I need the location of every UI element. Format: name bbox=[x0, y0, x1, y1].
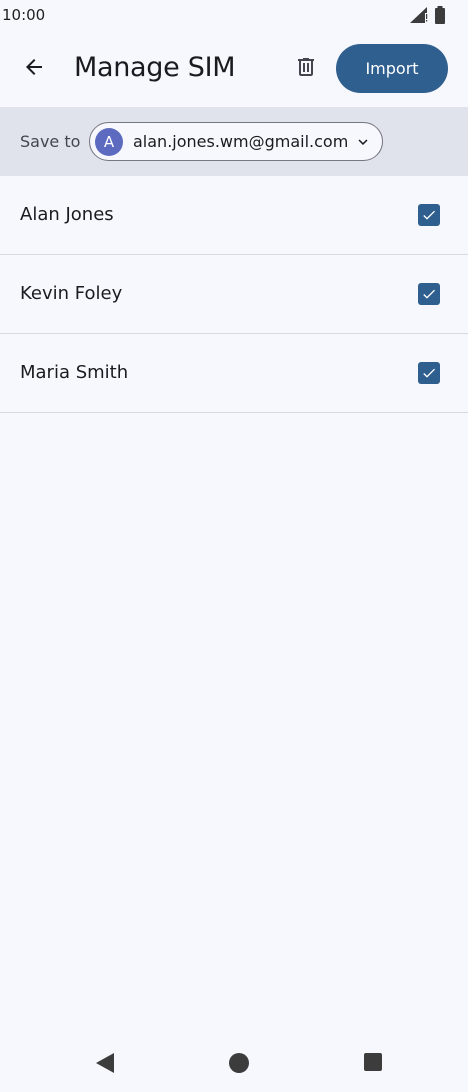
account-email: alan.jones.wm@gmail.com bbox=[133, 132, 349, 151]
checkbox[interactable] bbox=[418, 204, 440, 226]
home-circle-icon[interactable] bbox=[228, 1052, 250, 1079]
check-icon bbox=[423, 210, 435, 220]
contact-name: Alan Jones bbox=[20, 204, 114, 225]
contact-name: Maria Smith bbox=[20, 362, 129, 383]
import-button[interactable]: Import bbox=[336, 44, 448, 93]
status-time: 10:00 bbox=[2, 6, 46, 24]
account-selector[interactable]: A alan.jones.wm@gmail.com bbox=[89, 122, 383, 161]
avatar: A bbox=[95, 128, 123, 156]
list-item[interactable]: Kevin Foley bbox=[0, 255, 468, 334]
save-to-bar: Save to A alan.jones.wm@gmail.com bbox=[0, 107, 468, 176]
trash-icon bbox=[294, 55, 318, 84]
list-item[interactable]: Alan Jones bbox=[0, 176, 468, 255]
page-title: Manage SIM bbox=[74, 52, 236, 83]
check-icon bbox=[423, 368, 435, 378]
checkbox[interactable] bbox=[418, 362, 440, 384]
checkbox[interactable] bbox=[418, 283, 440, 305]
signal-icon bbox=[410, 7, 428, 28]
check-icon bbox=[423, 289, 435, 299]
list-item[interactable]: Maria Smith bbox=[0, 334, 468, 413]
system-nav-bar bbox=[0, 1036, 468, 1092]
save-to-label: Save to bbox=[20, 132, 81, 151]
status-icons bbox=[410, 6, 446, 29]
contact-name: Kevin Foley bbox=[20, 283, 123, 304]
delete-button[interactable] bbox=[286, 49, 326, 89]
chevron-down-icon bbox=[354, 133, 372, 156]
battery-icon bbox=[434, 6, 446, 29]
back-triangle-icon[interactable] bbox=[94, 1052, 116, 1079]
recents-square-icon[interactable] bbox=[363, 1052, 383, 1077]
back-button[interactable] bbox=[14, 49, 54, 89]
contact-list: Alan Jones Kevin Foley Maria Smith bbox=[0, 176, 468, 413]
app-bar: Manage SIM Import bbox=[0, 32, 468, 107]
arrow-back-icon bbox=[22, 55, 46, 84]
status-bar: 10:00 bbox=[0, 0, 468, 32]
